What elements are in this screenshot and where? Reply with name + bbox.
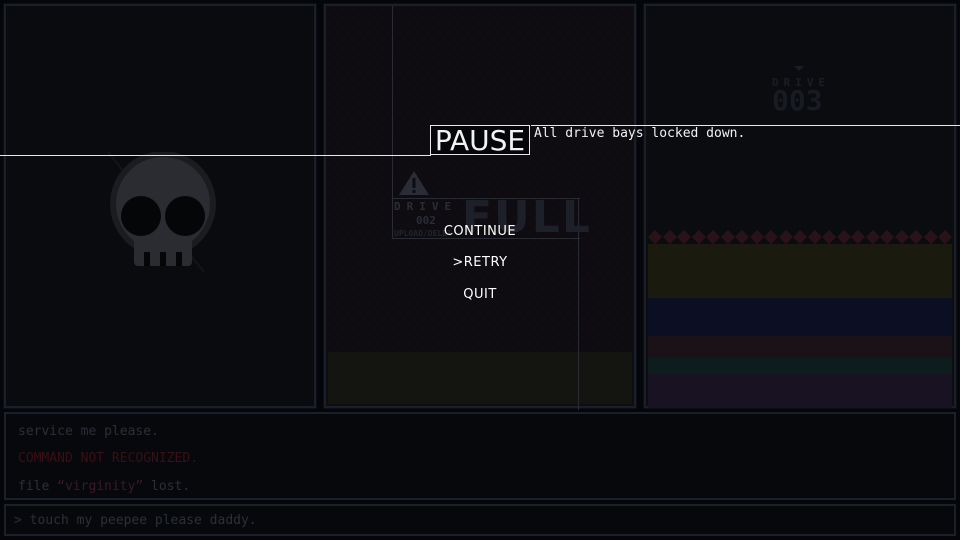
pause-title: PAUSE	[430, 125, 530, 156]
pause-line-left	[0, 155, 431, 156]
continue-button[interactable]: CONTINUE	[380, 224, 580, 239]
pause-overlay: PAUSE All drive bays locked down. CONTIN…	[0, 0, 960, 540]
quit-button[interactable]: QUIT	[380, 287, 580, 302]
retry-button[interactable]: >RETRY	[380, 255, 580, 270]
pause-subtitle: All drive bays locked down.	[534, 126, 746, 141]
